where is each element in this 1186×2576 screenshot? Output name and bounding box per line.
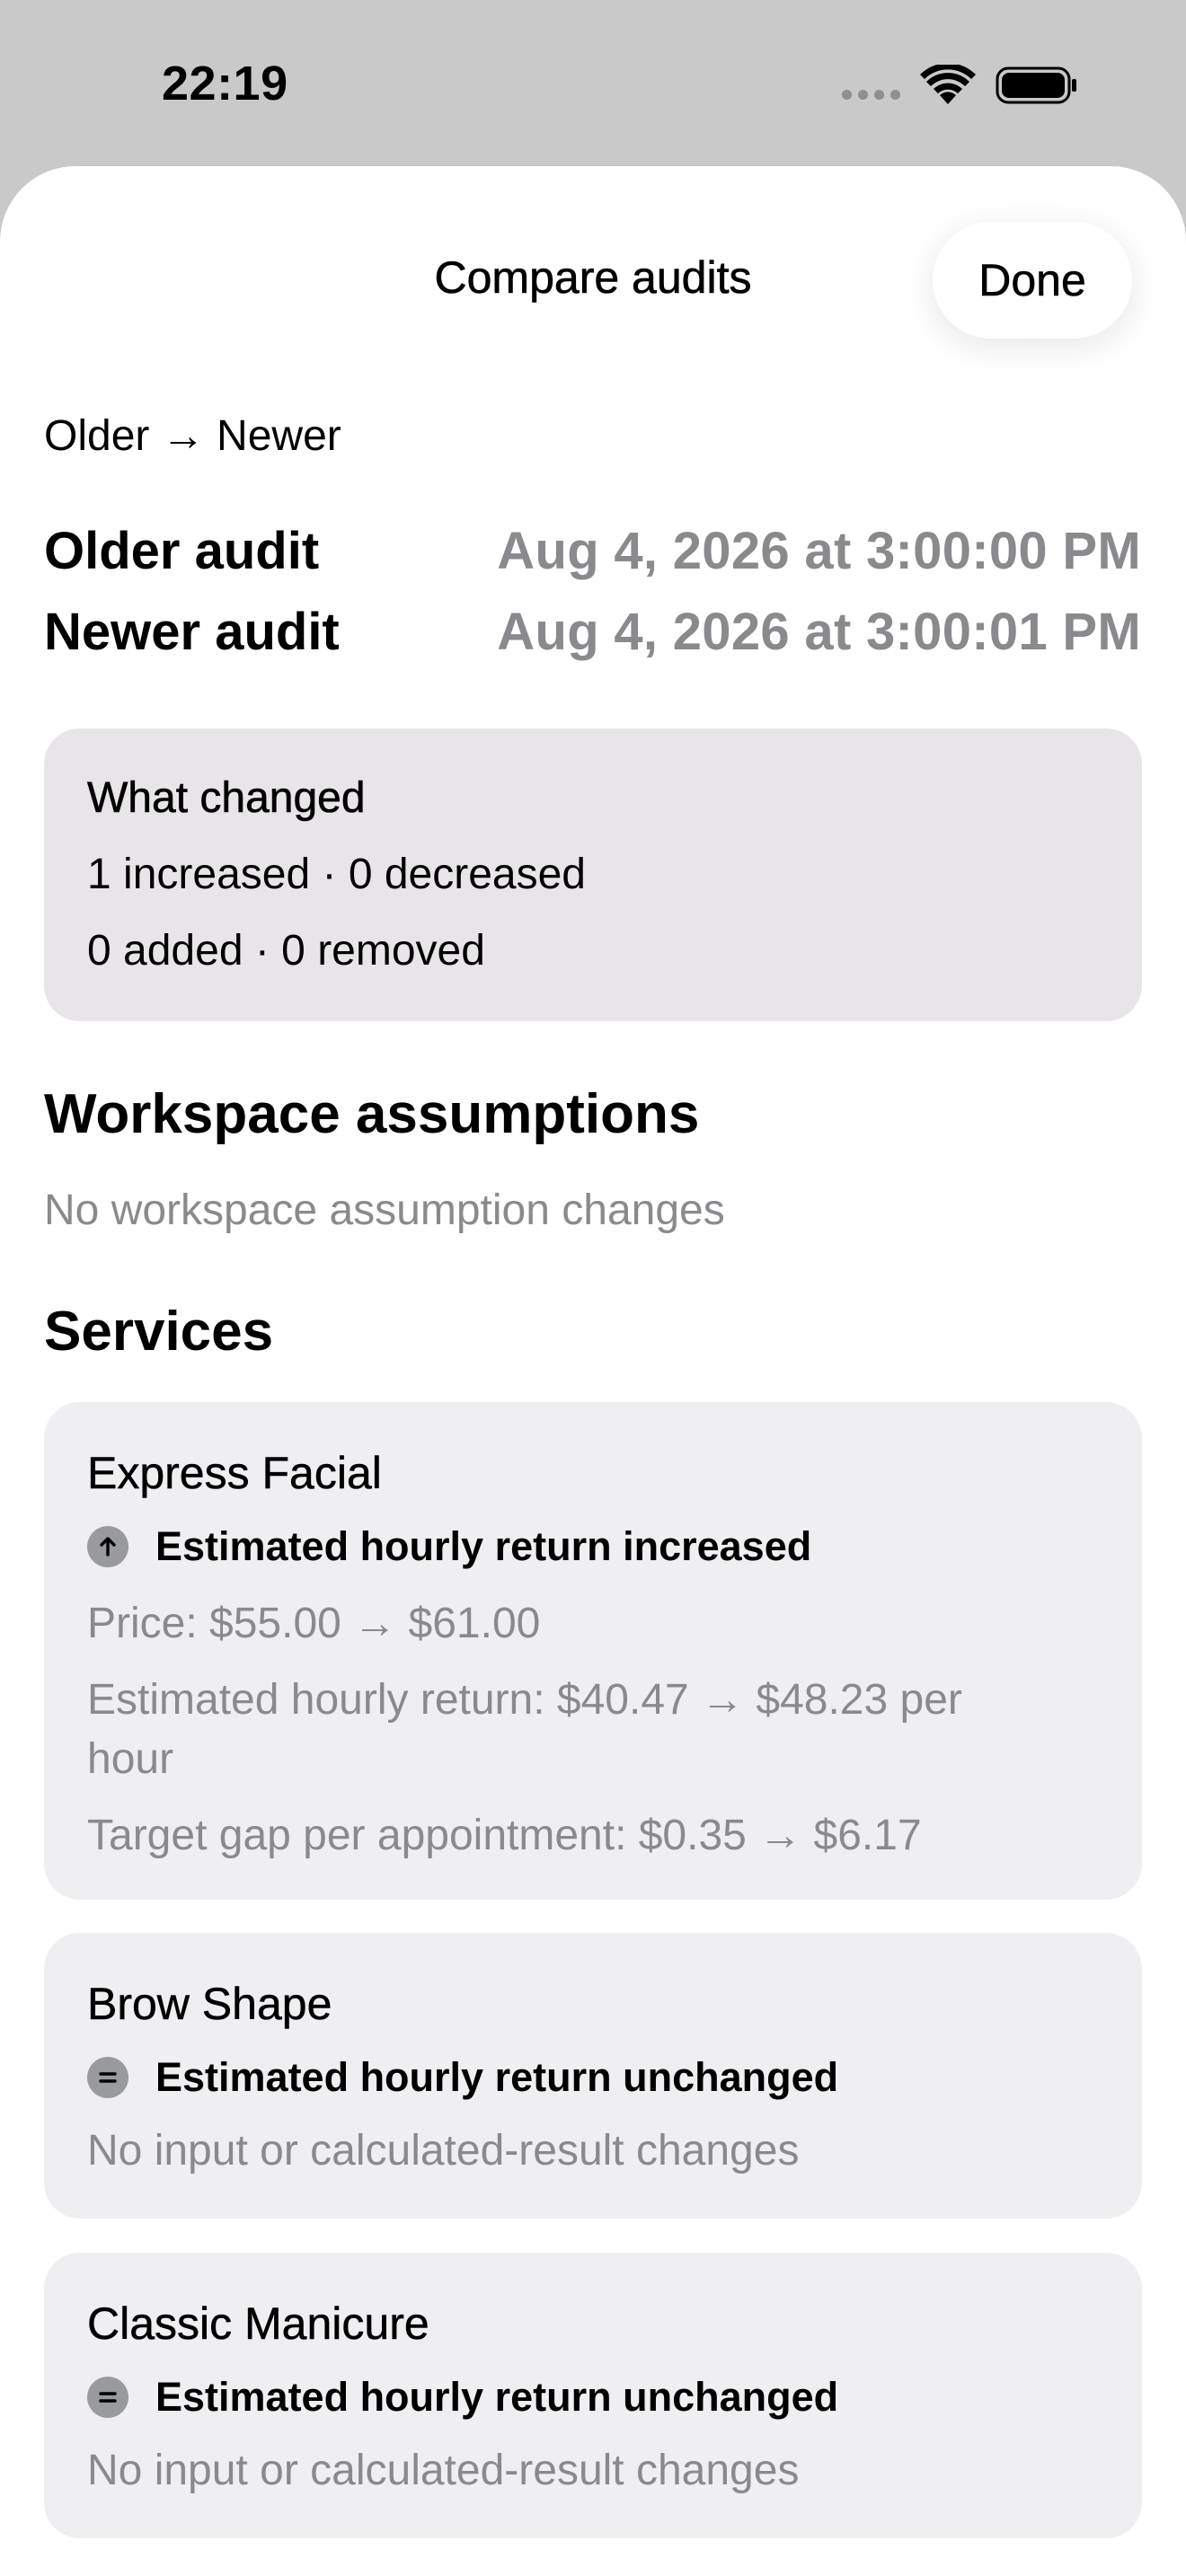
service-status: Estimated hourly return increased: [87, 1523, 811, 1570]
newer-audit-label: Newer audit: [44, 603, 340, 661]
what-changed-counts-increase-decrease: 1 increased · 0 decreased: [87, 851, 586, 898]
what-changed-card: What changed 1 increased · 0 decreased 0…: [44, 728, 1142, 1021]
service-detail-no-changes: No input or calculated-result changes: [87, 2447, 800, 2494]
equal-circle-icon: [87, 2377, 128, 2418]
what-changed-title: What changed: [87, 774, 366, 823]
equal-circle-icon: [87, 2057, 128, 2098]
workspace-assumptions-empty-text: No workspace assumption changes: [44, 1187, 725, 1234]
compare-audits-sheet: Compare audits Done Older → Newer Older …: [0, 166, 1186, 2576]
service-card-brow-shape: Brow Shape Estimated hourly return uncha…: [44, 1933, 1142, 2219]
cellular-signal-icon: [842, 89, 900, 100]
newer-audit-date: Aug 4, 2026 at 3:00:01 PM: [497, 603, 1141, 661]
comparison-direction-label: Older → Newer: [44, 412, 341, 460]
service-name: Classic Manicure: [87, 2298, 429, 2350]
service-name: Express Facial: [87, 1448, 382, 1499]
service-status: Estimated hourly return unchanged: [87, 2054, 838, 2101]
service-status-text: Estimated hourly return unchanged: [155, 2054, 839, 2100]
services-heading: Services: [44, 1301, 274, 1363]
done-button[interactable]: Done: [933, 222, 1132, 339]
service-detail-target-gap: Target gap per appointment: $0.35 → $6.1…: [87, 1812, 922, 1859]
status-bar: 22:19: [0, 0, 1186, 166]
workspace-assumptions-heading: Workspace assumptions: [44, 1083, 700, 1145]
service-card-express-facial: Express Facial Estimated hourly return i…: [44, 1402, 1142, 1900]
service-detail-price: Price: $55.00 → $61.00: [87, 1600, 541, 1647]
service-detail-no-changes: No input or calculated-result changes: [87, 2127, 800, 2175]
wifi-icon: [920, 65, 976, 104]
status-time: 22:19: [162, 57, 288, 110]
battery-icon: [996, 66, 1076, 104]
what-changed-counts-added-removed: 0 added · 0 removed: [87, 927, 485, 975]
status-icons: [842, 65, 1078, 106]
service-name: Brow Shape: [87, 1979, 332, 2030]
service-card-classic-manicure: Classic Manicure Estimated hourly return…: [44, 2253, 1142, 2538]
older-audit-date: Aug 4, 2026 at 3:00:00 PM: [497, 522, 1141, 580]
older-audit-row: Older audit Aug 4, 2026 at 3:00:00 PM: [44, 521, 1141, 581]
service-status-text: Estimated hourly return increased: [155, 1523, 812, 1569]
service-status: Estimated hourly return unchanged: [87, 2374, 838, 2421]
service-status-text: Estimated hourly return unchanged: [155, 2374, 839, 2420]
older-audit-label: Older audit: [44, 522, 320, 580]
newer-audit-row: Newer audit Aug 4, 2026 at 3:00:01 PM: [44, 602, 1141, 662]
service-detail-hourly-return: Estimated hourly return: $40.47 → $48.23…: [87, 1676, 962, 1783]
arrow-up-circle-icon: [87, 1526, 128, 1567]
